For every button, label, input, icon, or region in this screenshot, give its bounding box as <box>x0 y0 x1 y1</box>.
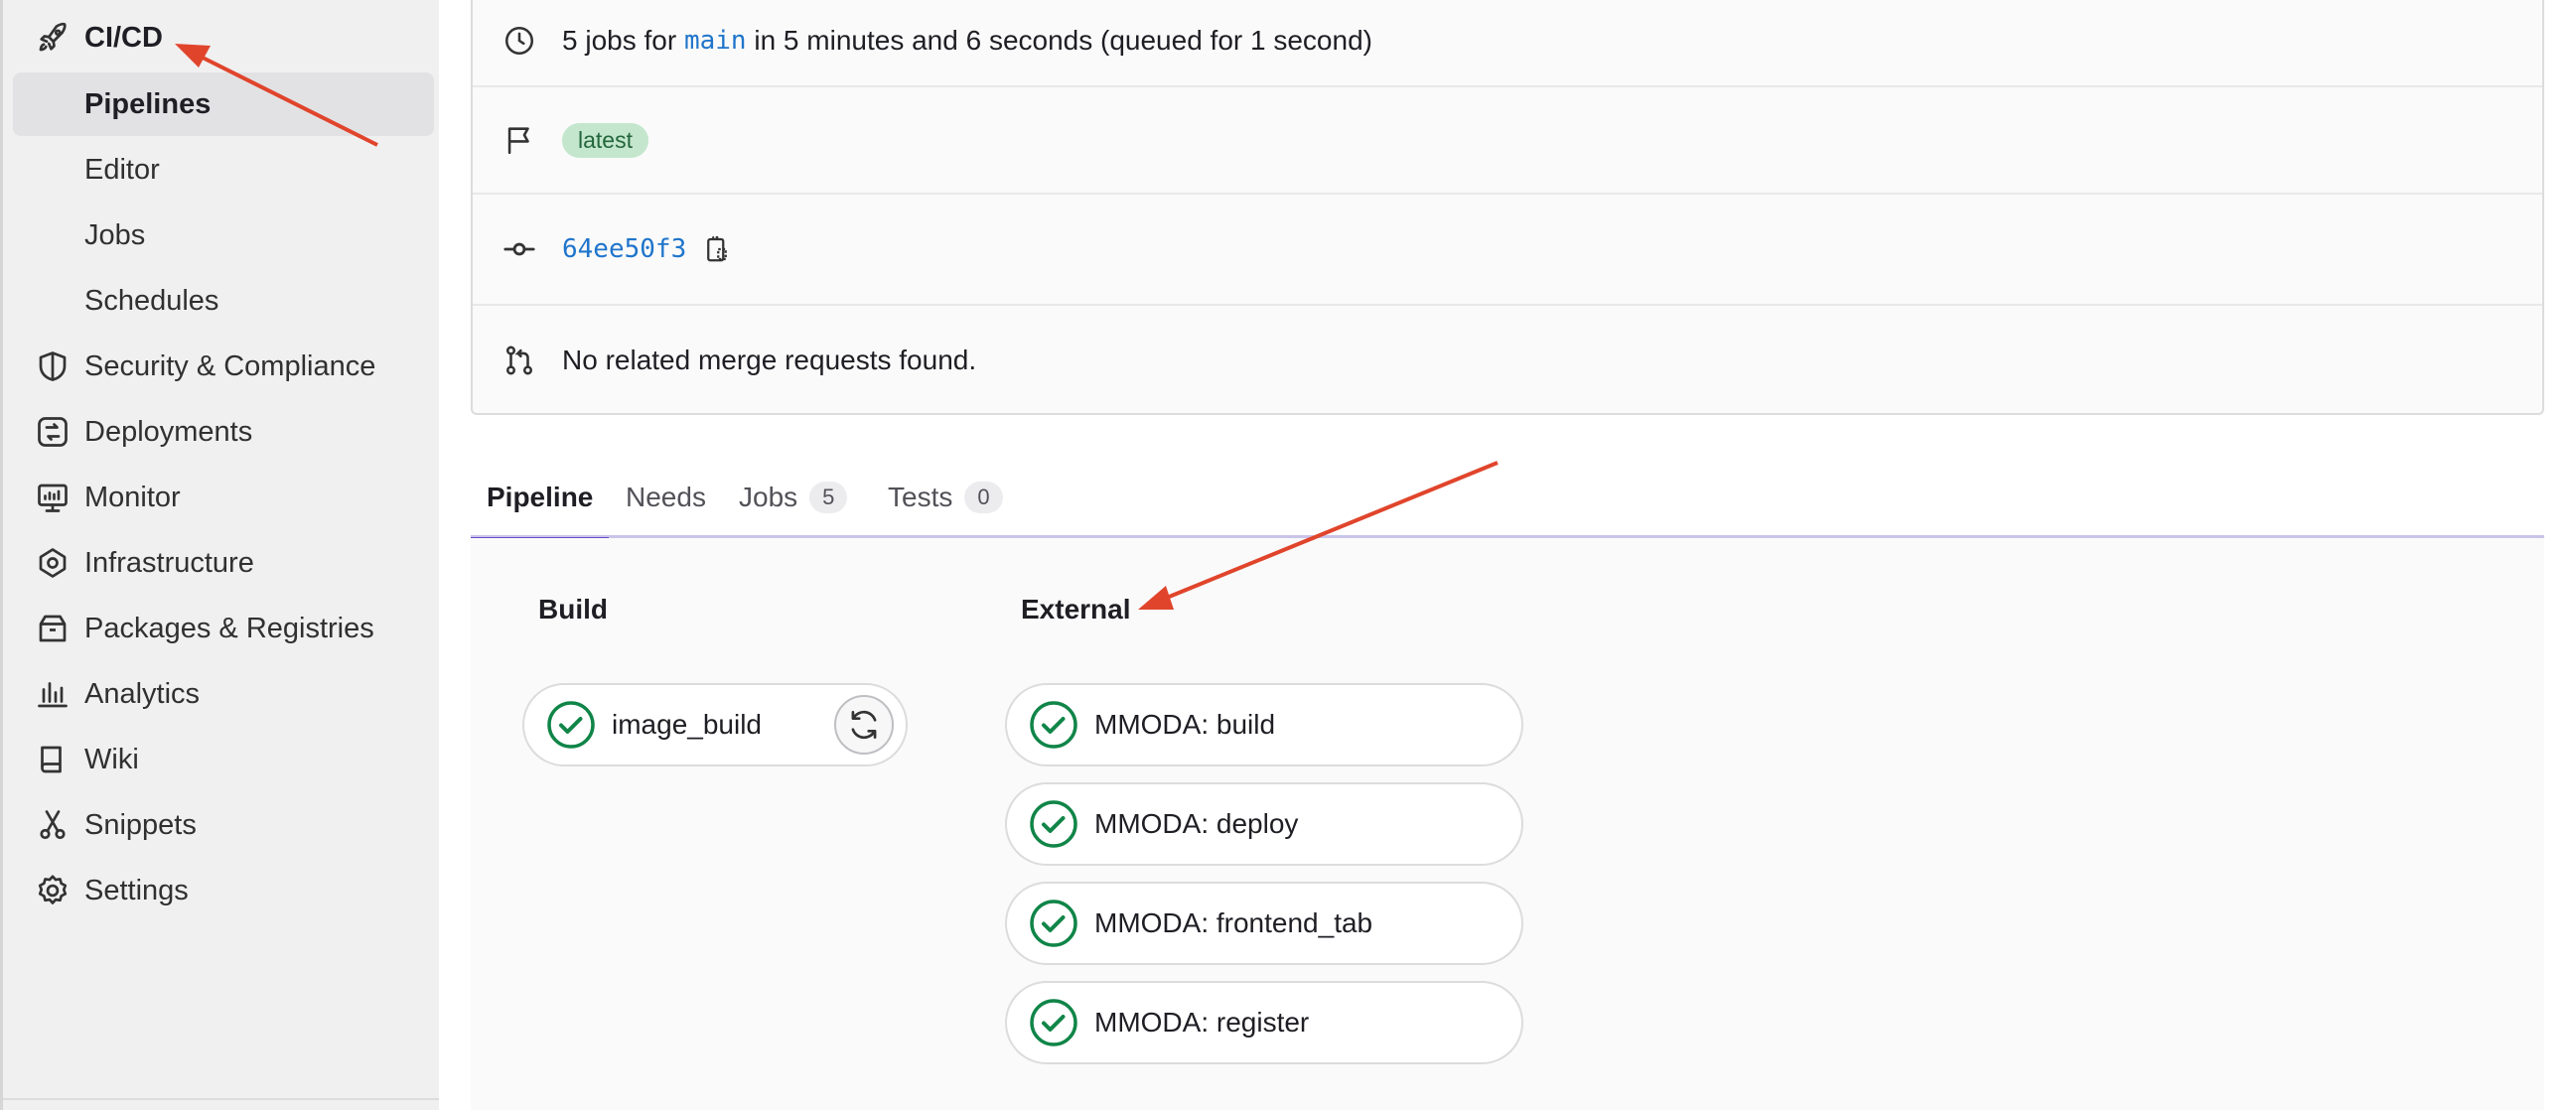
jobs-suffix: in 5 minutes and 6 seconds (queued for 1… <box>754 25 1372 56</box>
job-name: MMODA: register <box>1094 1007 1310 1038</box>
tab-label: Pipeline <box>487 482 594 512</box>
sidebar-item-infrastructure[interactable]: Infrastructure <box>13 531 434 595</box>
sidebar-item-security[interactable]: Security & Compliance <box>13 335 434 398</box>
package-icon <box>35 611 71 646</box>
sidebar-item-snippets[interactable]: Snippets <box>13 793 434 857</box>
sidebar-item-jobs[interactable]: Jobs <box>13 204 434 267</box>
jobs-prefix: 5 jobs for <box>562 25 677 56</box>
sidebar-item-wiki[interactable]: Wiki <box>13 728 434 791</box>
status-success-icon <box>546 700 596 750</box>
job-mmoda-register[interactable]: MMODA: register <box>1005 981 1523 1064</box>
gear-icon <box>35 873 71 908</box>
job-mmoda-build[interactable]: MMODA: build <box>1005 683 1523 766</box>
copy-icon[interactable] <box>702 234 732 264</box>
sidebar-item-label: Settings <box>84 874 189 906</box>
sidebar-item-settings[interactable]: Settings <box>13 859 434 922</box>
latest-badge: latest <box>562 122 648 158</box>
sidebar-item-label: Snippets <box>84 808 197 841</box>
job-name: MMODA: build <box>1094 709 1276 740</box>
sidebar-item-analytics[interactable]: Analytics <box>13 662 434 726</box>
sidebar-item-pipelines[interactable]: Pipelines <box>13 72 434 136</box>
shield-icon <box>35 348 71 384</box>
monitor-icon <box>35 480 71 515</box>
book-icon <box>35 742 71 777</box>
job-name: MMODA: deploy <box>1094 808 1299 839</box>
retry-icon[interactable] <box>834 695 894 755</box>
sidebar-item-label: Analytics <box>84 677 201 710</box>
status-success-icon <box>1029 700 1078 750</box>
branch-link[interactable]: main <box>684 26 747 56</box>
pipeline-tabs: Pipeline Needs Jobs 5 Tests 0 <box>471 457 2544 541</box>
rocket-icon <box>35 20 71 56</box>
tab-label: Tests <box>888 482 953 512</box>
badge-container: latest <box>562 122 648 158</box>
sidebar-item-editor[interactable]: Editor <box>13 138 434 202</box>
merge-requests-text: No related merge requests found. <box>562 345 977 375</box>
sidebar-item-label: Pipelines <box>84 87 212 120</box>
sidebar-item-monitor[interactable]: Monitor <box>13 466 434 529</box>
job-mmoda-frontend-tab[interactable]: MMODA: frontend_tab <box>1005 882 1523 965</box>
scissors-icon <box>35 807 71 843</box>
status-success-icon <box>1029 799 1078 849</box>
pipeline-graph: Build External image_build MMODA: build … <box>471 538 2544 1110</box>
job-mmoda-deploy[interactable]: MMODA: deploy <box>1005 782 1523 866</box>
tab-label: Jobs <box>739 482 798 512</box>
tab-jobs[interactable]: Jobs 5 <box>739 457 848 538</box>
sidebar-item-label: Packages & Registries <box>84 612 374 644</box>
tab-tests[interactable]: Tests 0 <box>888 457 1003 538</box>
sidebar-item-packages[interactable]: Packages & Registries <box>13 597 434 660</box>
sidebar-item-schedules[interactable]: Schedules <box>13 269 434 333</box>
sidebar-item-label: Infrastructure <box>84 546 254 579</box>
stage-title-external: External <box>1021 594 1131 624</box>
sidebar-item-label: Monitor <box>84 481 181 513</box>
sidebar-item-label: Editor <box>84 153 160 186</box>
pipeline-badge-row: latest <box>473 87 2542 195</box>
flag-icon <box>502 123 536 157</box>
sidebar-item-label: CI/CD <box>84 21 163 54</box>
job-name: image_build <box>612 709 762 740</box>
sidebar-item-label: Jobs <box>84 218 146 251</box>
job-name: MMODA: frontend_tab <box>1094 907 1373 938</box>
sidebar-item-label: Security & Compliance <box>84 349 376 382</box>
jobs-count-badge: 5 <box>809 482 848 513</box>
tests-count-badge: 0 <box>964 482 1003 513</box>
pipeline-commit-row: 64ee50f3 <box>473 195 2542 306</box>
sidebar-divider <box>3 1098 439 1100</box>
tab-needs[interactable]: Needs <box>626 457 706 538</box>
clock-icon <box>502 24 536 58</box>
pipeline-mr-row: No related merge requests found. <box>473 306 2542 415</box>
stage-title-build: Build <box>538 594 608 624</box>
sidebar-item-deployments[interactable]: Deployments <box>13 400 434 464</box>
merge-request-icon <box>502 344 536 377</box>
status-success-icon <box>1029 899 1078 948</box>
commit-container: 64ee50f3 <box>562 234 732 264</box>
cloud-gear-icon <box>35 545 71 581</box>
tab-pipeline[interactable]: Pipeline <box>471 457 610 541</box>
pipeline-info-box: 5 jobs for main in 5 minutes and 6 secon… <box>471 0 2544 415</box>
commit-icon <box>502 232 536 266</box>
sidebar-item-cicd[interactable]: CI/CD <box>13 6 434 69</box>
sidebar-item-label: Wiki <box>84 743 139 775</box>
status-success-icon <box>1029 998 1078 1047</box>
job-image-build[interactable]: image_build <box>522 683 908 766</box>
sidebar-item-label: Schedules <box>84 284 219 317</box>
sidebar-item-label: Deployments <box>84 415 253 448</box>
tab-label: Needs <box>626 482 706 512</box>
deployments-icon <box>35 414 71 450</box>
chart-icon <box>35 676 71 712</box>
pipeline-duration-text: 5 jobs for main in 5 minutes and 6 secon… <box>562 25 1372 57</box>
sidebar: CI/CD Pipelines Editor Jobs Schedules Se… <box>0 0 439 1110</box>
pipeline-duration-row: 5 jobs for main in 5 minutes and 6 secon… <box>473 0 2542 87</box>
commit-sha-link[interactable]: 64ee50f3 <box>562 234 686 264</box>
